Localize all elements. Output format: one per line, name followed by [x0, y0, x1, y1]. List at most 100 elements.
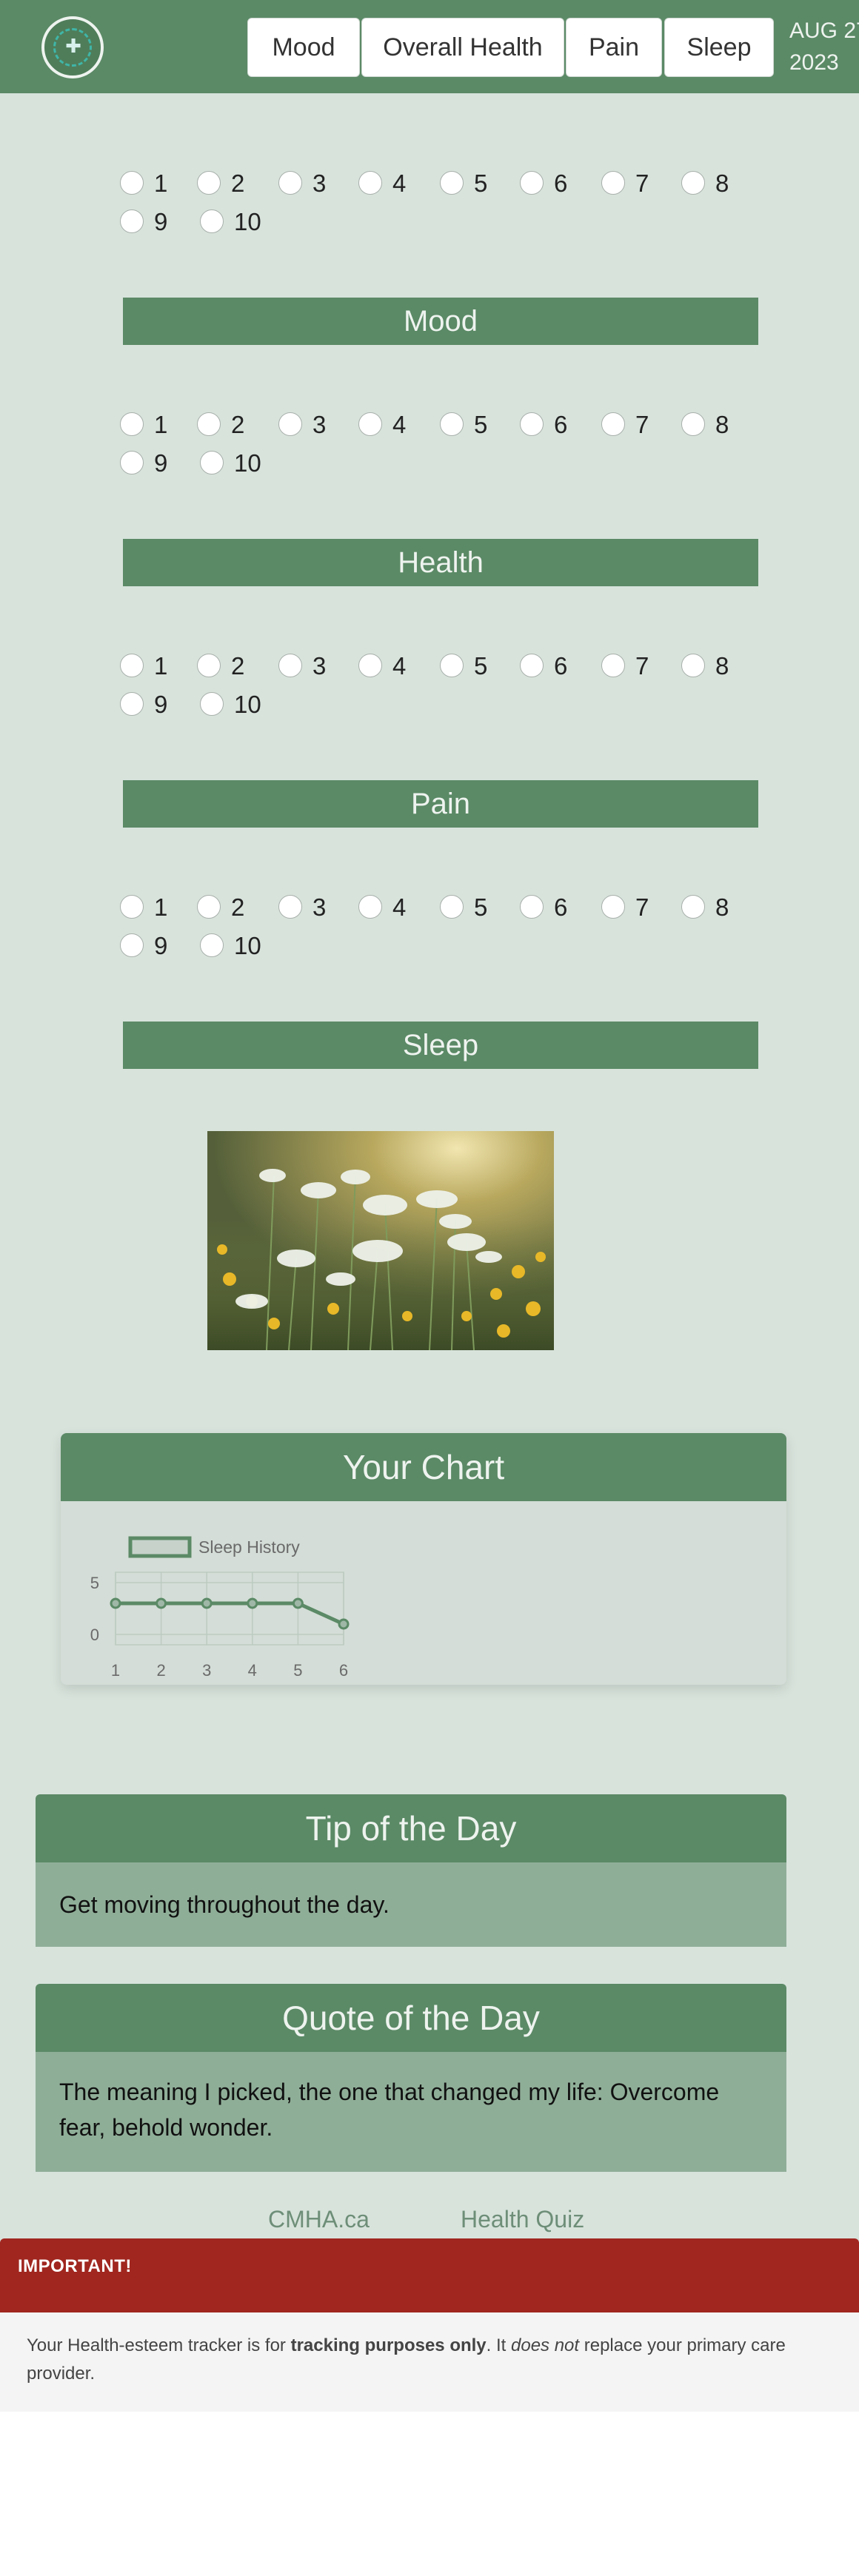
sleep-rating-option-2[interactable]: 2: [197, 893, 264, 922]
mood-rating-option-4[interactable]: 4: [358, 169, 425, 198]
radio-circle-icon[interactable]: [197, 171, 221, 195]
important-notice-title: IMPORTANT!: [0, 2238, 859, 2312]
radio-circle-icon[interactable]: [601, 412, 625, 436]
radio-circle-icon[interactable]: [120, 209, 144, 233]
radio-circle-icon[interactable]: [278, 412, 302, 436]
app-logo-icon[interactable]: ✚: [41, 16, 104, 78]
radio-circle-icon[interactable]: [358, 171, 382, 195]
radio-circle-icon[interactable]: [440, 171, 464, 195]
radio-circle-icon[interactable]: [520, 895, 544, 919]
radio-circle-icon[interactable]: [440, 895, 464, 919]
pain-rating-option-6[interactable]: 6: [520, 651, 586, 681]
sleep-rating-option-1[interactable]: 1: [120, 893, 187, 922]
radio-circle-icon[interactable]: [681, 412, 705, 436]
radio-circle-icon[interactable]: [197, 654, 221, 677]
section-title-sleep: Sleep: [123, 1022, 758, 1069]
health-rating-option-8[interactable]: 8: [681, 410, 748, 440]
radio-circle-icon[interactable]: [601, 895, 625, 919]
quote-of-the-day-title: Quote of the Day: [36, 1984, 786, 2052]
tip-of-the-day-title: Tip of the Day: [36, 1794, 786, 1862]
health-rating-option-7[interactable]: 7: [601, 410, 668, 440]
radio-circle-icon[interactable]: [278, 171, 302, 195]
radio-circle-icon[interactable]: [520, 171, 544, 195]
data-point: [201, 1597, 213, 1609]
radio-circle-icon[interactable]: [120, 692, 144, 716]
radio-circle-icon[interactable]: [520, 654, 544, 677]
radio-circle-icon[interactable]: [120, 451, 144, 474]
pain-rating-option-3[interactable]: 3: [278, 651, 345, 681]
cmha-link[interactable]: CMHA.ca: [268, 2204, 370, 2234]
radio-circle-icon[interactable]: [440, 654, 464, 677]
radio-circle-icon[interactable]: [120, 171, 144, 195]
health-rating-option-5[interactable]: 5: [440, 410, 507, 440]
radio-circle-icon[interactable]: [681, 171, 705, 195]
radio-circle-icon[interactable]: [120, 654, 144, 677]
sleep-rating-option-6[interactable]: 6: [520, 893, 586, 922]
pain-rating-option-2[interactable]: 2: [197, 651, 264, 681]
radio-circle-icon[interactable]: [440, 412, 464, 436]
pain-rating-option-5[interactable]: 5: [440, 651, 507, 681]
pain-rating-option-1[interactable]: 1: [120, 651, 187, 681]
radio-circle-icon[interactable]: [120, 412, 144, 436]
radio-circle-icon[interactable]: [520, 412, 544, 436]
sleep-rating-option-8[interactable]: 8: [681, 893, 748, 922]
radio-circle-icon[interactable]: [358, 412, 382, 436]
nav-sleep-button[interactable]: Sleep: [664, 18, 774, 77]
mood-rating-option-6[interactable]: 6: [520, 169, 586, 198]
sleep-rating-option-3[interactable]: 3: [278, 893, 345, 922]
mood-rating-option-9[interactable]: 9: [120, 207, 187, 237]
radio-circle-icon[interactable]: [681, 654, 705, 677]
health-rating-option-9[interactable]: 9: [120, 449, 187, 478]
health-rating-option-3[interactable]: 3: [278, 410, 345, 440]
radio-circle-icon[interactable]: [200, 692, 224, 716]
radio-circle-icon[interactable]: [358, 895, 382, 919]
nav-pain-button[interactable]: Pain: [566, 18, 662, 77]
nav-mood-button[interactable]: Mood: [247, 18, 360, 77]
health-rating-option-1[interactable]: 1: [120, 410, 187, 440]
radio-circle-icon[interactable]: [601, 171, 625, 195]
mood-rating-option-1[interactable]: 1: [120, 169, 187, 198]
sleep-rating-option-9[interactable]: 9: [120, 931, 187, 961]
radio-circle-icon[interactable]: [120, 933, 144, 957]
radio-label: 8: [715, 170, 729, 197]
radio-label: 9: [154, 932, 168, 959]
pain-rating-group: 1 2 3 4 5 6 7 8 9 10: [120, 651, 757, 720]
mood-rating-option-8[interactable]: 8: [681, 169, 748, 198]
radio-circle-icon[interactable]: [278, 895, 302, 919]
radio-circle-icon[interactable]: [197, 412, 221, 436]
health-quiz-link[interactable]: Health Quiz: [461, 2204, 584, 2234]
radio-circle-icon[interactable]: [601, 654, 625, 677]
pain-rating-option-10[interactable]: 10: [200, 690, 274, 720]
mood-rating-option-7[interactable]: 7: [601, 169, 668, 198]
health-rating-option-2[interactable]: 2: [197, 410, 264, 440]
section-title-mood: Mood: [123, 298, 758, 345]
pain-rating-option-7[interactable]: 7: [601, 651, 668, 681]
mood-rating-option-2[interactable]: 2: [197, 169, 264, 198]
sleep-rating-option-5[interactable]: 5: [440, 893, 507, 922]
radio-label: 2: [231, 652, 245, 680]
radio-circle-icon[interactable]: [681, 895, 705, 919]
radio-label: 7: [635, 411, 649, 438]
radio-circle-icon[interactable]: [197, 895, 221, 919]
pain-rating-option-8[interactable]: 8: [681, 651, 748, 681]
radio-circle-icon[interactable]: [278, 654, 302, 677]
radio-circle-icon[interactable]: [200, 451, 224, 474]
health-rating-option-4[interactable]: 4: [358, 410, 425, 440]
nav-overall-health-button[interactable]: Overall Health: [361, 18, 564, 77]
health-rating-option-6[interactable]: 6: [520, 410, 586, 440]
radio-circle-icon[interactable]: [200, 209, 224, 233]
mood-rating-option-10[interactable]: 10: [200, 207, 274, 237]
chart-card-title: Your Chart: [61, 1433, 786, 1501]
sleep-rating-option-10[interactable]: 10: [200, 931, 274, 961]
pain-rating-option-9[interactable]: 9: [120, 690, 187, 720]
health-rating-option-10[interactable]: 10: [200, 449, 274, 478]
mood-rating-option-3[interactable]: 3: [278, 169, 345, 198]
radio-circle-icon[interactable]: [200, 933, 224, 957]
mood-rating-option-5[interactable]: 5: [440, 169, 507, 198]
important-notice-text: Your Health-esteem tracker is for tracki…: [0, 2312, 859, 2412]
radio-circle-icon[interactable]: [358, 654, 382, 677]
sleep-rating-option-4[interactable]: 4: [358, 893, 425, 922]
radio-circle-icon[interactable]: [120, 895, 144, 919]
sleep-rating-option-7[interactable]: 7: [601, 893, 668, 922]
pain-rating-option-4[interactable]: 4: [358, 651, 425, 681]
